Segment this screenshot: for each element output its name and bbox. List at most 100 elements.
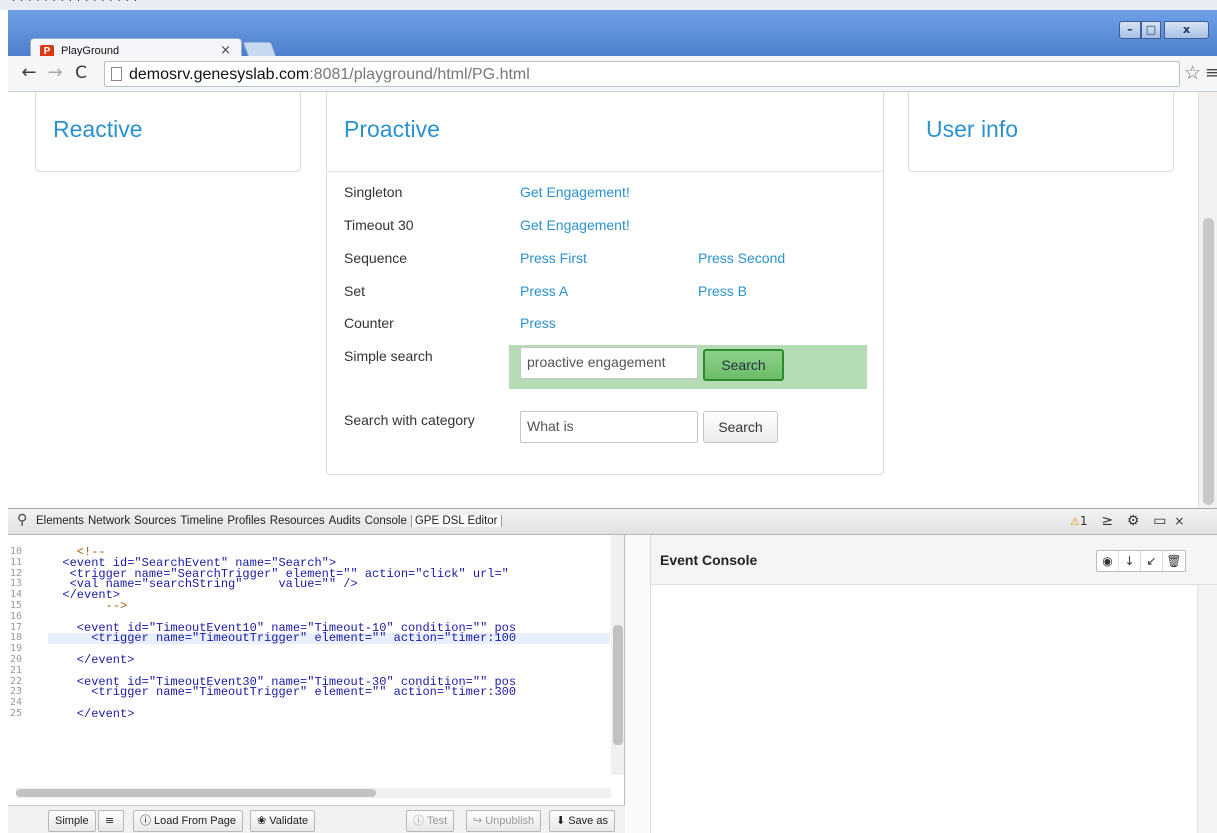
code-lines: <!-- <event id="SearchEvent" name="Searc… bbox=[48, 547, 610, 720]
tab-profiles[interactable]: Profiles bbox=[227, 515, 265, 527]
simple-button[interactable]: Simple bbox=[48, 810, 96, 832]
singleton-get-engagement-link[interactable]: Get Engagement! bbox=[520, 184, 630, 200]
user-info-panel: User info bbox=[908, 92, 1174, 172]
code-line: </event> bbox=[48, 652, 135, 667]
tab-console[interactable]: Console bbox=[365, 515, 407, 527]
tab-elements[interactable]: Elements bbox=[36, 515, 84, 527]
tab-gpe-dsl-editor[interactable]: GPE DSL Editor bbox=[410, 515, 502, 527]
dsl-code-editor[interactable]: 10 11 12 13 14 15 16 17 18 19 20 21 22 2… bbox=[8, 535, 625, 805]
tab-audits[interactable]: Audits bbox=[329, 515, 361, 527]
code-line: <trigger name="TimeoutTrigger" element="… bbox=[48, 685, 517, 700]
scroll-down-icon[interactable]: ↓ bbox=[1119, 551, 1141, 571]
line-number: 25 bbox=[10, 707, 23, 719]
save-as-button[interactable]: ⬇ Save as bbox=[549, 810, 615, 832]
reactive-panel: Reactive bbox=[35, 92, 301, 172]
dock-icon[interactable]: ▭ bbox=[1153, 513, 1166, 529]
unpublish-label: Unpublish bbox=[485, 815, 535, 827]
code-line-highlighted: <trigger name="TimeoutTrigger" element="… bbox=[48, 632, 610, 644]
chrome-menu-icon[interactable]: ≡ bbox=[1205, 62, 1217, 84]
panel-divider bbox=[327, 171, 883, 172]
devtools-panel: ⚲ Elements Network Sources Timeline Prof… bbox=[8, 508, 1217, 833]
devtools-toolbar: ⚲ Elements Network Sources Timeline Prof… bbox=[8, 508, 1217, 535]
tab-timeline[interactable]: Timeline bbox=[180, 515, 223, 527]
unpublish-button[interactable]: ↪ Unpublish bbox=[466, 810, 542, 832]
page-scrollbar[interactable] bbox=[1198, 92, 1217, 508]
test-icon: ⓘ bbox=[413, 814, 424, 827]
simple-search-input[interactable]: proactive engagement bbox=[520, 347, 698, 379]
load-from-page-label: Load From Page bbox=[154, 815, 236, 827]
editor-horizontal-scrollbar[interactable] bbox=[16, 788, 611, 798]
console-drawer-icon[interactable]: ≥ bbox=[1101, 513, 1113, 529]
reload-icon[interactable]: C bbox=[70, 62, 92, 84]
line-number: 21 bbox=[10, 664, 23, 676]
forward-icon[interactable]: → bbox=[44, 62, 66, 84]
proactive-title: Proactive bbox=[344, 116, 440, 142]
validate-label: Validate bbox=[269, 815, 309, 827]
devtools-right-controls: ⚠1 ≥ ⚙ ▭ × bbox=[1070, 513, 1184, 529]
tab-resources[interactable]: Resources bbox=[270, 515, 325, 527]
timeout-get-engagement-link[interactable]: Get Engagement! bbox=[520, 217, 630, 233]
page-scrollbar-thumb[interactable] bbox=[1203, 218, 1214, 505]
simple-search-label: Simple search bbox=[344, 348, 433, 364]
row-label-timeout: Timeout 30 bbox=[344, 217, 414, 233]
load-from-page-button[interactable]: ⓘ Load From Page bbox=[133, 810, 243, 832]
collapse-icon[interactable]: ↙ bbox=[1141, 551, 1163, 571]
user-info-title: User info bbox=[926, 116, 1019, 142]
line-number-gutter: 10 11 12 13 14 15 16 17 18 19 20 21 22 2… bbox=[8, 546, 36, 720]
code-line: <val name="searchString" value="" /> bbox=[48, 577, 358, 592]
bookmark-star-icon[interactable]: ☆ bbox=[1184, 62, 1201, 84]
press-second-link[interactable]: Press Second bbox=[698, 250, 785, 266]
press-first-link[interactable]: Press First bbox=[520, 250, 587, 266]
counter-press-link[interactable]: Press bbox=[520, 315, 556, 331]
row-label-counter: Counter bbox=[344, 315, 394, 331]
row-label-set: Set bbox=[344, 283, 366, 299]
os-title-strip: · · · · · · · · · · · · · · · · bbox=[0, 0, 1217, 10]
share-icon: ↪ bbox=[473, 814, 483, 827]
back-icon[interactable]: ← bbox=[18, 62, 40, 84]
download-icon: ⬇ bbox=[556, 814, 566, 827]
url-text: demosrv.genesyslab.com:8081/playground/h… bbox=[129, 66, 530, 83]
minimize-button[interactable]: – bbox=[1119, 21, 1141, 39]
simple-search-button[interactable]: Search bbox=[703, 349, 784, 381]
maximize-button[interactable]: □ bbox=[1141, 21, 1161, 39]
trash-icon[interactable]: 🗑 bbox=[1163, 551, 1185, 571]
address-bar[interactable]: demosrv.genesyslab.com:8081/playground/h… bbox=[104, 61, 1180, 87]
hide-icon[interactable]: ◉ bbox=[1097, 551, 1119, 571]
info-icon: ⓘ bbox=[140, 814, 151, 827]
panel-splitter[interactable] bbox=[625, 535, 651, 833]
tab-network[interactable]: Network bbox=[88, 515, 130, 527]
line-number: 11 bbox=[10, 556, 23, 568]
proactive-panel: Proactive Singleton Get Engagement! Time… bbox=[326, 92, 884, 475]
format-icon[interactable]: ≡ bbox=[98, 810, 125, 832]
reactive-title: Reactive bbox=[53, 116, 143, 142]
devtools-tabs: Elements Network Sources Timeline Profil… bbox=[36, 515, 502, 527]
code-line: </event> bbox=[48, 588, 121, 603]
search-icon[interactable]: ⚲ bbox=[17, 512, 27, 528]
tab-strip: P PlayGround × – □ x bbox=[8, 10, 1217, 64]
editor-action-bar: Simple ≡ ⓘ Load From Page ❀ Validate ⓘ Test… bbox=[8, 805, 625, 833]
press-b-link[interactable]: Press B bbox=[698, 283, 747, 299]
press-a-link[interactable]: Press A bbox=[520, 283, 568, 299]
event-console-tools: ◉ ↓ ↙ 🗑 bbox=[1096, 550, 1186, 572]
category-search-label: Search with category bbox=[344, 412, 475, 428]
tab-sources[interactable]: Sources bbox=[134, 515, 176, 527]
category-search-input[interactable]: What is bbox=[520, 411, 698, 443]
save-as-label: Save as bbox=[568, 815, 608, 827]
close-icon[interactable]: × bbox=[1174, 514, 1184, 528]
editor-hscroll-thumb[interactable] bbox=[16, 789, 376, 797]
leaf-icon: ❀ bbox=[257, 814, 267, 827]
event-console: Event Console ◉ ↓ ↙ 🗑 bbox=[651, 535, 1217, 833]
category-search-button[interactable]: Search bbox=[703, 411, 778, 443]
test-button[interactable]: ⓘ Test bbox=[406, 810, 455, 832]
editor-vertical-scrollbar[interactable] bbox=[611, 535, 624, 775]
validate-button[interactable]: ❀ Validate bbox=[250, 810, 316, 832]
window-close-button[interactable]: x bbox=[1164, 21, 1209, 39]
warning-count: 1 bbox=[1079, 514, 1088, 528]
event-console-scrollbar[interactable] bbox=[1197, 585, 1217, 833]
page-icon bbox=[111, 67, 122, 81]
row-label-sequence: Sequence bbox=[344, 250, 408, 266]
editor-vscroll-thumb[interactable] bbox=[613, 625, 623, 745]
gear-icon[interactable]: ⚙ bbox=[1127, 513, 1140, 529]
os-menu-fragment: · · · · · · · · · · · · · · · · bbox=[12, 0, 138, 6]
warning-icon[interactable]: ⚠ bbox=[1070, 515, 1080, 528]
